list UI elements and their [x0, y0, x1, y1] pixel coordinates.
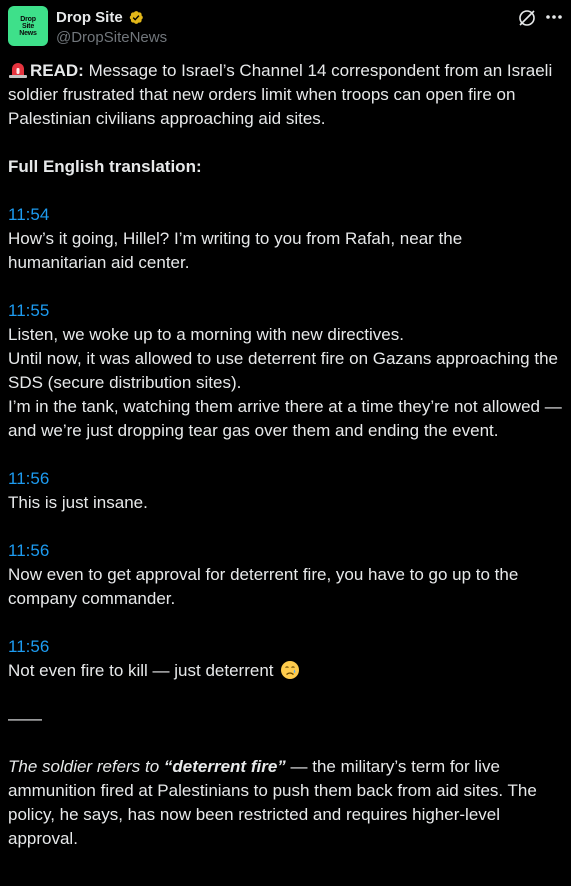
message-time: 11:56 — [8, 469, 50, 488]
rotating-light-icon — [9, 63, 27, 78]
tweet-body: READ: Message to Israel’s Channel 14 cor… — [8, 59, 563, 851]
author-names: Drop Site @DropSiteNews — [56, 7, 167, 47]
avatar[interactable]: Drop Site News — [8, 6, 48, 46]
intro-text: Message to Israel’s Channel 14 correspon… — [8, 61, 553, 128]
more-icon[interactable] — [545, 14, 563, 20]
handle[interactable]: @DropSiteNews — [56, 29, 167, 46]
message-line: How’s it going, Hillel? I’m writing to y… — [8, 229, 463, 272]
message-line: Listen, we woke up to a morning with new… — [8, 325, 404, 344]
closing-lead: The soldier refers to — [8, 757, 164, 776]
translation-heading: Full English translation: — [8, 157, 202, 176]
message-time: 11:56 — [8, 541, 50, 560]
grok-icon[interactable] — [517, 8, 537, 28]
message-line: Until now, it was allowed to use deterre… — [8, 349, 558, 392]
avatar-logo-text: Drop Site News — [19, 15, 37, 37]
tweet: Drop Site News Drop Site @DropSiteNews R… — [0, 0, 571, 886]
message-line: This is just insane. — [8, 493, 148, 512]
message-line: Now even to get approval for deterrent f… — [8, 565, 519, 608]
message-time: 11:54 — [8, 205, 50, 224]
message-line-with-emoji: Not even fire to kill — just deterrent — [8, 659, 563, 683]
message-line: Not even fire to kill — just deterrent — [8, 661, 274, 680]
divider-dashes: —— — [8, 709, 42, 728]
crying-face-icon — [281, 661, 300, 679]
closing-paragraph: The soldier refers to “deterrent fire” —… — [8, 755, 563, 851]
intro-paragraph: READ: Message to Israel’s Channel 14 cor… — [8, 59, 563, 131]
message-time: 11:55 — [8, 301, 50, 320]
tweet-header: Drop Site News Drop Site @DropSiteNews — [8, 6, 563, 50]
closing-term: “deterrent fire” — [163, 757, 286, 776]
message-line: and we’re just dropping tear gas over th… — [8, 421, 499, 440]
message-time: 11:56 — [8, 637, 50, 656]
message-line: I’m in the tank, watching them arrive th… — [8, 397, 562, 416]
intro-label: READ: — [30, 61, 84, 80]
display-name[interactable]: Drop Site — [56, 9, 123, 26]
verified-badge-icon — [129, 10, 143, 24]
